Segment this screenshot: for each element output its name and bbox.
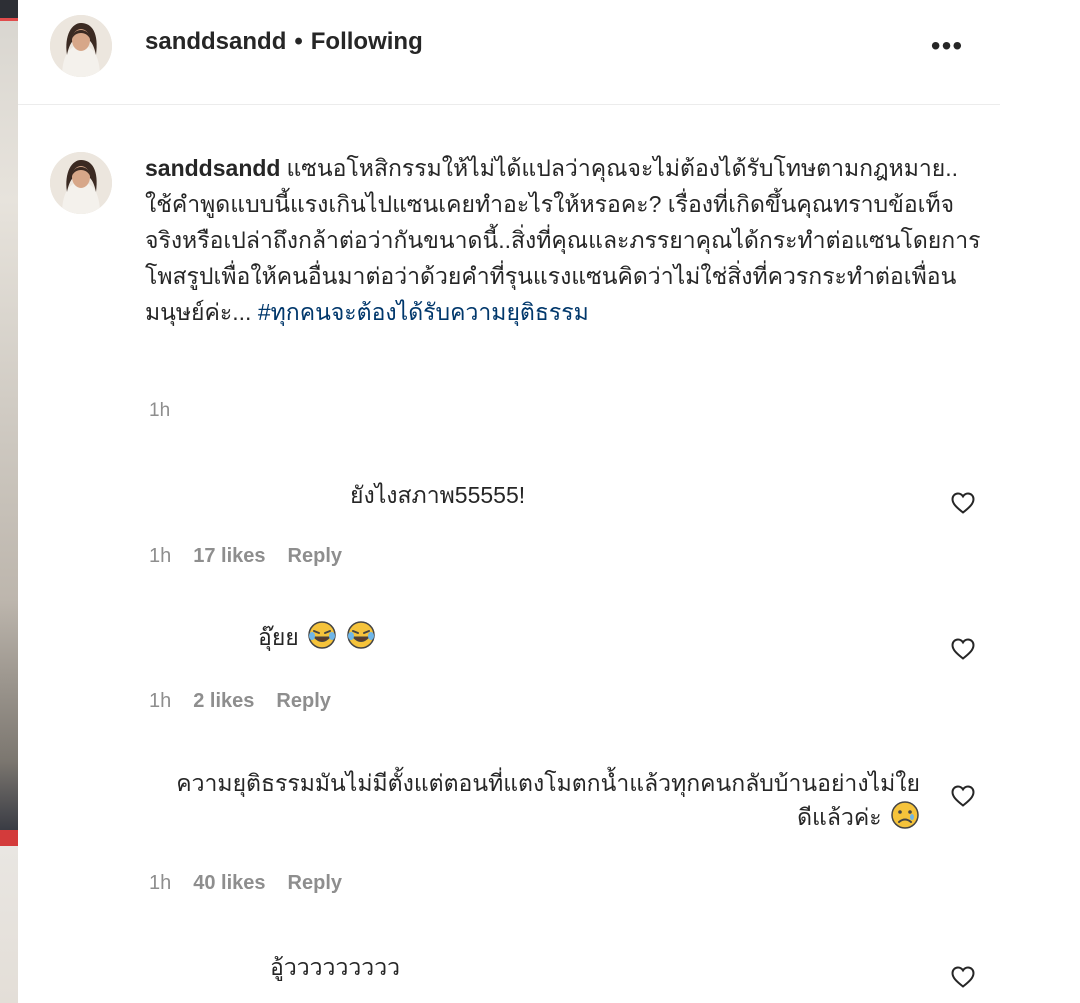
- caption-timestamp[interactable]: 1h: [149, 400, 170, 422]
- avatar-image: [50, 152, 112, 214]
- more-options-icon[interactable]: •••: [923, 28, 971, 64]
- comment-timestamp[interactable]: 1h: [149, 545, 171, 567]
- caption-avatar[interactable]: [50, 152, 112, 214]
- comments-panel: sanddsandd • Following ••• sanddsandd แซนอโ…: [18, 0, 1000, 1003]
- comment-timestamp[interactable]: 1h: [149, 872, 171, 894]
- following-button[interactable]: Following: [311, 28, 423, 55]
- comment-meta: 1h 17 likes Reply: [149, 545, 364, 568]
- page-background: [1000, 0, 1080, 1003]
- post-photo-edge: [0, 0, 18, 1003]
- comment-text: อุ๊ยย: [258, 624, 299, 650]
- comment-likes[interactable]: 40 likes: [193, 872, 265, 894]
- caption-username[interactable]: sanddsandd: [145, 155, 280, 181]
- laughing-tears-emoji: [308, 621, 336, 649]
- caption-hashtag[interactable]: #ทุกคนจะต้องได้รับความยุติธรรม: [258, 299, 589, 325]
- heart-outline-icon[interactable]: [950, 784, 976, 808]
- avatar[interactable]: [50, 15, 112, 77]
- comment-timestamp[interactable]: 1h: [149, 690, 171, 712]
- reply-button[interactable]: Reply: [276, 690, 330, 712]
- post-author-username[interactable]: sanddsandd: [145, 28, 286, 55]
- comment-text: ความยุติธรรมมันไม่มีตั้งแต่ตอนที่แตงโมตก…: [176, 770, 920, 830]
- heart-outline-icon[interactable]: [950, 491, 976, 515]
- comment-likes[interactable]: 2 likes: [193, 690, 254, 712]
- avatar-image: [50, 15, 112, 77]
- comment-meta: 1h 2 likes Reply: [149, 690, 353, 713]
- laughing-tears-emoji: [346, 621, 375, 649]
- comment-text-line: อุ๊ยย: [258, 620, 376, 654]
- comment-text-block: ความยุติธรรมมันไม่มีตั้งแต่ตอนที่แตงโมตก…: [140, 766, 920, 834]
- post-header: sanddsandd • Following •••: [18, 0, 1000, 105]
- post-author-line: sanddsandd • Following: [145, 28, 423, 56]
- reply-button[interactable]: Reply: [288, 545, 342, 567]
- comment-likes[interactable]: 17 likes: [193, 545, 265, 567]
- sad-face-emoji: [891, 801, 919, 829]
- comment-meta: 1h 40 likes Reply: [149, 872, 364, 895]
- heart-outline-icon[interactable]: [950, 965, 976, 989]
- screenshot-frame: sanddsandd • Following ••• sanddsandd แซนอโ…: [0, 0, 1080, 1003]
- reply-button[interactable]: Reply: [288, 872, 342, 894]
- photo-accent-line: [0, 18, 18, 21]
- comment-text: อู้ววววววววว: [270, 954, 401, 980]
- separator-dot: •: [294, 28, 303, 55]
- heart-outline-icon[interactable]: [950, 637, 976, 661]
- post-caption: sanddsandd แซนอโหสิกรรมให้ไม่ได้แปลว่าคุณ…: [145, 150, 985, 330]
- comment-text: ยังไงสภาพ55555!: [350, 482, 526, 508]
